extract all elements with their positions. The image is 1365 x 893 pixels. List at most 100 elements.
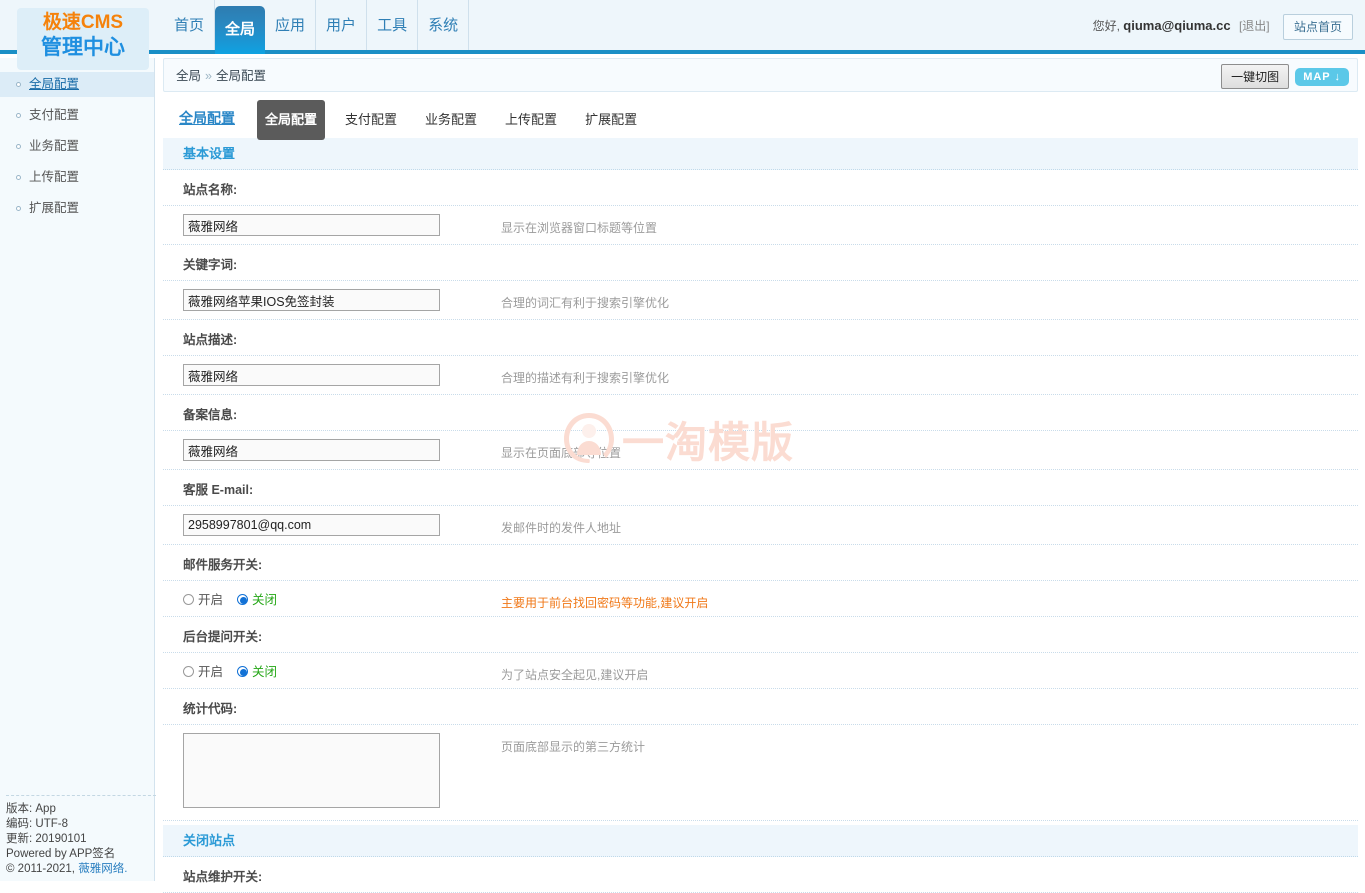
nav-item-home[interactable]: 首页 [163,0,215,50]
email-input[interactable] [183,514,440,536]
copyright-text: © 2011-2021, [6,863,78,875]
admin-question-radio-group: 开启 关闭 [183,661,291,680]
breadcrumb-bar: 全局 » 全局配置 一键切图 MAP ↓ [163,58,1358,92]
form-row-mail-switch: 邮件服务开关: 开启关闭 主要用于前台找回密码等功能,建议开启 [163,545,1358,617]
greeting-text: 您好, [1093,19,1120,33]
nav-item-label: 用户 [326,17,356,34]
top-header-bar: 首页 全局 应用 用户 工具 系统 您好, qiuma@qiuma.cc [退出… [0,0,1365,54]
logo-primary-text: 极速CMS [17,11,149,35]
form-row-admin-question-switch: 后台提问开关: 开启 关闭 为了站点安全起见,建议开启 [163,617,1358,689]
nav-item-users[interactable]: 用户 [316,0,367,50]
footer-powered: Powered by APP签名 [6,847,156,862]
field-hint: 合理的词汇有利于搜索引擎优化 [501,294,669,311]
bullet-icon [16,82,21,87]
field-body: 显示在页面底部等位置 [163,431,1358,470]
footer-encoding: 编码: UTF-8 [6,817,156,832]
field-hint: 为了站点安全起见,建议开启 [501,666,648,683]
radio-checked-icon[interactable] [237,594,248,605]
sidebar-item-business-config[interactable]: 业务配置 [0,134,154,159]
logout-link[interactable]: [退出] [1239,19,1270,33]
one-click-capture-button[interactable]: 一键切图 [1221,64,1289,89]
field-body: 开启 关闭 为了站点安全起见,建议开启 [163,653,1358,689]
nav-item-global[interactable]: 全局 [215,6,265,54]
main-navigation: 首页 全局 应用 用户 工具 系统 [163,0,469,50]
bullet-icon [16,206,21,211]
field-label: 关键字词: [163,245,1358,281]
bullet-icon [16,144,21,149]
nav-item-label: 工具 [377,17,407,34]
sidebar-item-extension-config[interactable]: 扩展配置 [0,196,154,221]
sidebar-item-label: 业务配置 [29,139,79,153]
sidebar-item-global-config[interactable]: 全局配置 [0,72,154,97]
breadcrumb-current: 全局配置 [216,69,266,83]
section-header-close-site: 关闭站点 [163,825,1358,857]
radio-label: 开启 [198,593,223,607]
tab-extension-config[interactable]: 扩展配置 [577,100,645,140]
field-body: 显示在浏览器窗口标题等位置 [163,206,1358,245]
breadcrumb-separator: » [205,69,212,83]
sidebar-item-label: 上传配置 [29,170,79,184]
bullet-icon [16,175,21,180]
user-email: qiuma@qiuma.cc [1123,18,1230,33]
nav-item-label: 首页 [174,17,204,34]
field-label: 后台提问开关: [163,617,1358,653]
tab-upload-config[interactable]: 上传配置 [497,100,565,140]
nav-item-tools[interactable]: 工具 [367,0,418,50]
field-label: 备案信息: [163,395,1358,431]
field-hint: 合理的描述有利于搜索引擎优化 [501,369,669,386]
form-row-description: 站点描述: 合理的描述有利于搜索引擎优化 [163,320,1358,395]
keywords-input[interactable] [183,289,440,311]
footer-update: 更新: 20190101 [6,832,156,847]
nav-item-system[interactable]: 系统 [418,0,469,50]
radio-label: 关闭 [252,665,277,679]
sidebar-item-payment-config[interactable]: 支付配置 [0,103,154,128]
field-body: 页面底部显示的第三方统计 [163,725,1358,821]
mail-switch-off-option[interactable]: 关闭 [237,589,277,608]
radio-unchecked-icon[interactable] [183,666,194,677]
field-label: 统计代码: [163,689,1358,725]
field-label: 站点描述: [163,320,1358,356]
nav-item-label: 应用 [275,17,305,34]
radio-unchecked-icon[interactable] [183,594,194,605]
field-body: 发邮件时的发件人地址 [163,506,1358,545]
breadcrumb-parent[interactable]: 全局 [176,69,201,83]
site-home-button[interactable]: 站点首页 [1283,14,1353,40]
tab-global-config[interactable]: 全局配置 [257,100,325,140]
admin-question-on-option[interactable]: 开启 [183,661,223,680]
mail-switch-on-option[interactable]: 开启 [183,589,223,608]
map-download-button[interactable]: MAP ↓ [1295,68,1349,86]
form-row-stat-code: 统计代码: 页面底部显示的第三方统计 [163,689,1358,821]
radio-label: 开启 [198,665,223,679]
sidebar-item-label: 扩展配置 [29,201,79,215]
icp-input[interactable] [183,439,440,461]
field-hint: 显示在页面底部等位置 [501,444,621,461]
logo[interactable]: 极速CMS 管理中心 [17,8,149,70]
description-input[interactable] [183,364,440,386]
form-row-maintenance-switch: 站点维护开关: [163,857,1358,893]
mail-switch-radio-group: 开启 关闭 [183,589,291,608]
form-row-email: 客服 E-mail: 发邮件时的发件人地址 [163,470,1358,545]
form-row-keywords: 关键字词: 合理的词汇有利于搜索引擎优化 [163,245,1358,320]
radio-label: 关闭 [252,593,277,607]
admin-question-off-option[interactable]: 关闭 [237,661,277,680]
nav-item-label: 系统 [428,17,458,34]
tab-business-config[interactable]: 业务配置 [417,100,485,140]
nav-item-label: 全局 [225,21,255,38]
site-name-input[interactable] [183,214,440,236]
copyright-brand-link[interactable]: 薇雅网络. [78,863,127,875]
field-hint: 页面底部显示的第三方统计 [501,738,645,755]
footer-version: 版本: App [6,802,156,817]
nav-item-apps[interactable]: 应用 [265,0,316,50]
section-header-basic-settings: 基本设置 [163,138,1358,170]
field-hint: 主要用于前台找回密码等功能,建议开启 [501,594,708,611]
field-body: 合理的描述有利于搜索引擎优化 [163,356,1358,395]
page-title[interactable]: 全局配置 [179,110,235,126]
logo-secondary-text: 管理中心 [17,35,149,61]
footer-copyright: © 2011-2021, 薇雅网络. [6,862,156,877]
tab-payment-config[interactable]: 支付配置 [337,100,405,140]
field-body: 开启 关闭 主要用于前台找回密码等功能,建议开启 [163,581,1358,617]
radio-checked-icon[interactable] [237,666,248,677]
stat-code-textarea[interactable] [183,733,440,808]
sidebar-item-upload-config[interactable]: 上传配置 [0,165,154,190]
field-label: 站点名称: [163,170,1358,206]
